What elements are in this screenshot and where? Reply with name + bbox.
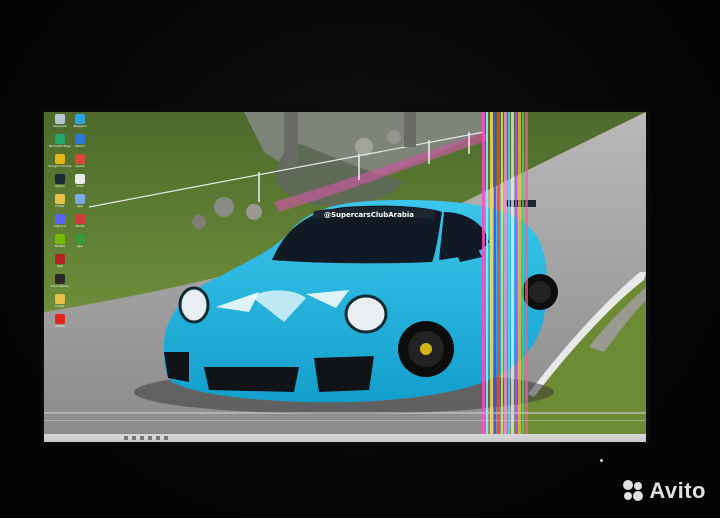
desktop-icon-label: App: [77, 204, 83, 208]
media-icon-glyph: [75, 214, 85, 224]
explorer-icon[interactable]: [148, 436, 152, 440]
nvidia-icon-glyph: [55, 234, 65, 244]
chart-icon[interactable]: Stats: [70, 174, 90, 193]
avito-logo-icon: [623, 480, 644, 501]
chrome-icon[interactable]: Google Chrome: [48, 154, 72, 173]
media-icon[interactable]: Media: [70, 214, 90, 233]
desktop-icon-label: Steam: [55, 184, 65, 188]
desktop-icon-label: Folder: [55, 304, 65, 308]
photo-scene: @SupercarsClubArabia Корзина Telegram Mi…: [0, 0, 720, 518]
start-icon[interactable]: [124, 436, 128, 440]
green-app-icon[interactable]: App: [70, 234, 90, 253]
desktop-icon-label: NVIDIA: [54, 244, 66, 248]
app-icon[interactable]: App: [70, 194, 90, 213]
desktop-icon-label: Корзина: [53, 124, 67, 128]
folder-icon-glyph: [55, 194, 65, 204]
desktop-icon-label: App: [77, 244, 83, 248]
epic-icon[interactable]: Epic Games: [50, 274, 70, 293]
taskbar[interactable]: [44, 434, 646, 442]
desktop-icon-label: Google Chrome: [48, 164, 72, 168]
empty-slot-3-glyph: [75, 294, 85, 304]
discord-icon[interactable]: Discord: [50, 214, 70, 233]
empty-slot-3: [70, 294, 90, 313]
steam-blue-icon-glyph: [75, 134, 85, 144]
desktop-icon-label: App: [57, 264, 63, 268]
adobe-icon-glyph: [55, 314, 65, 324]
steam-icon[interactable]: Steam: [50, 174, 70, 193]
red-app-icon-glyph: [55, 254, 65, 264]
empty-slot-glyph: [75, 254, 85, 264]
desktop-icon-label: Telegram: [73, 124, 87, 128]
empty-slot-2: [70, 274, 90, 293]
search-icon[interactable]: [132, 436, 136, 440]
edge-icon-glyph: [55, 134, 65, 144]
desktop-icon-label: Media: [75, 224, 85, 228]
power-led: [600, 459, 603, 462]
steam-blue-icon[interactable]: Steam: [70, 134, 90, 153]
discord-icon-glyph: [55, 214, 65, 224]
red-app-icon[interactable]: App: [50, 254, 70, 273]
browser-icon[interactable]: [156, 436, 160, 440]
chrome-icon-glyph: [55, 154, 65, 164]
avito-watermark-text: Avito: [649, 478, 706, 503]
game-icon-glyph: [75, 154, 85, 164]
folder-icon[interactable]: Folder: [50, 194, 70, 213]
desktop-icon-label: Stats: [76, 184, 84, 188]
chart-icon-glyph: [75, 174, 85, 184]
desktop-icon-label: Adobe: [55, 324, 65, 328]
empty-slot-2-glyph: [75, 274, 85, 284]
steam-icon-glyph: [55, 174, 65, 184]
folder-2-icon[interactable]: Folder: [50, 294, 70, 313]
empty-slot: [70, 254, 90, 273]
taskview-icon[interactable]: [140, 436, 144, 440]
epic-icon-glyph: [55, 274, 65, 284]
folder-2-icon-glyph: [55, 294, 65, 304]
nvidia-icon[interactable]: NVIDIA: [50, 234, 70, 253]
desktop-icon-label: Folder: [55, 204, 65, 208]
desktop-icon-label: Discord: [54, 224, 66, 228]
adobe-icon[interactable]: Adobe: [50, 314, 70, 333]
avito-watermark: Avito: [620, 478, 706, 504]
recycle-bin-icon[interactable]: Корзина: [50, 114, 70, 133]
desktop-icon-grid: Корзина Telegram Microsoft Edge Steam Google…: [48, 114, 90, 333]
windshield-banner: @SupercarsClubArabia: [324, 211, 414, 219]
empty-slot-4: [70, 314, 90, 333]
green-app-icon-glyph: [75, 234, 85, 244]
edge-icon[interactable]: Microsoft Edge: [48, 134, 72, 153]
desktop-icon-label: Microsoft Edge: [48, 144, 72, 148]
desktop-icon-label: Game: [75, 164, 85, 168]
desktop-icon-label: Steam: [75, 144, 85, 148]
telegram-icon-glyph: [75, 114, 85, 124]
recycle-bin-icon-glyph: [55, 114, 65, 124]
telegram-icon[interactable]: Telegram: [70, 114, 90, 133]
store-icon[interactable]: [164, 436, 168, 440]
monitor-screen: @SupercarsClubArabia Корзина Telegram Mi…: [44, 112, 646, 442]
game-icon[interactable]: Game: [70, 154, 90, 173]
app-icon-glyph: [75, 194, 85, 204]
wallpaper: @SupercarsClubArabia: [44, 112, 646, 442]
desktop-icon-label: Epic Games: [51, 284, 69, 288]
empty-slot-4-glyph: [75, 314, 85, 324]
